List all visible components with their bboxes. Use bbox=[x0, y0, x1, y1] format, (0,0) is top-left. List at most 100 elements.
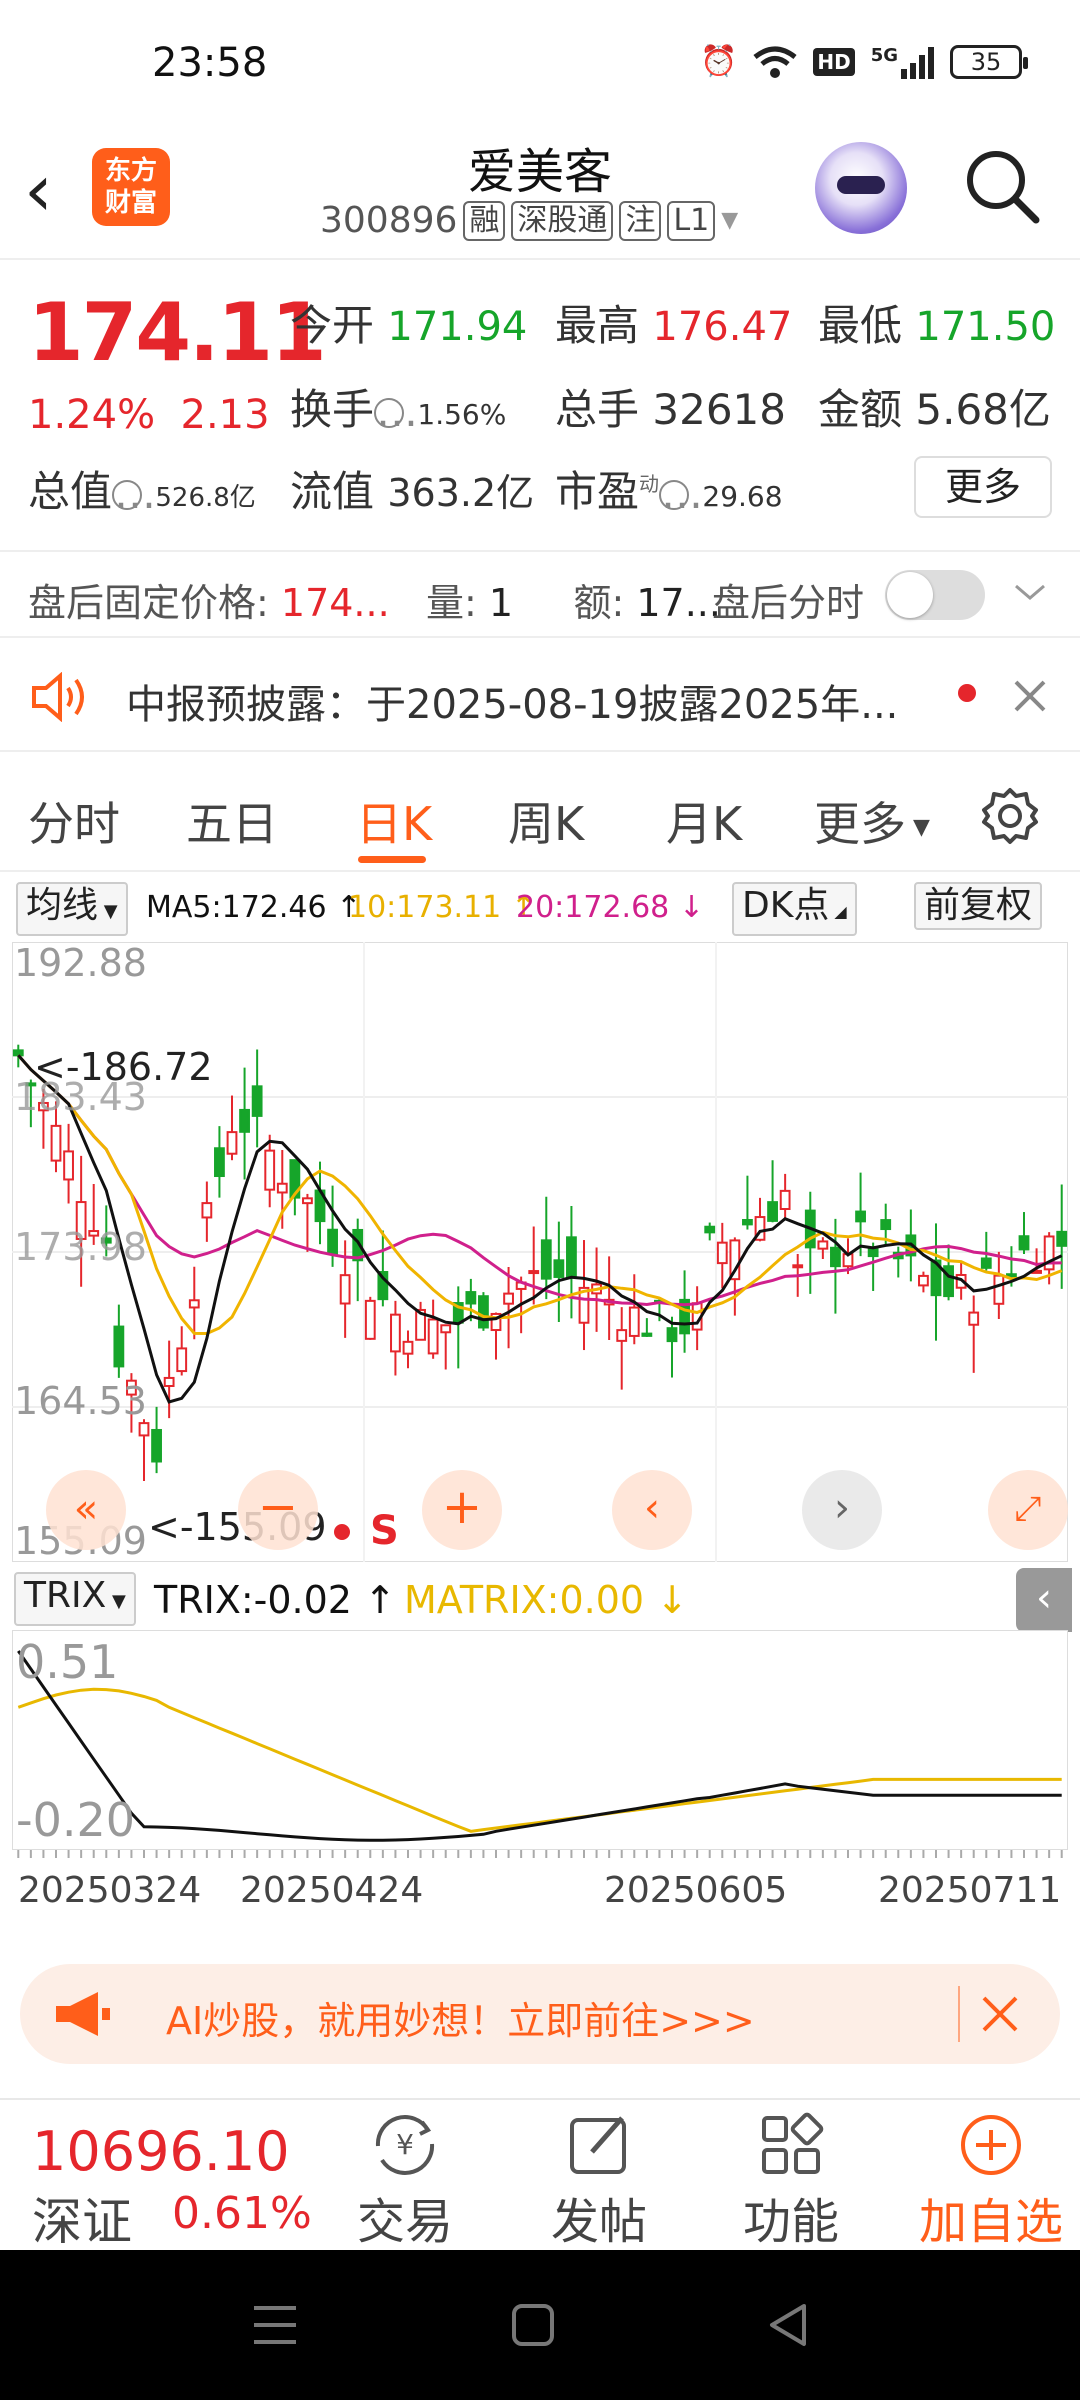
candle-body bbox=[880, 1219, 892, 1231]
tab-timeshare[interactable]: 分时 bbox=[28, 788, 120, 854]
tab-five-day[interactable]: 五日 bbox=[186, 788, 278, 854]
matrix-value: MATRIX:0.00 ↓ bbox=[404, 1578, 689, 1622]
trix-y-bottom: -0.20 bbox=[16, 1793, 135, 1847]
signal-icon: 5G bbox=[871, 45, 934, 79]
adjust-selector[interactable]: 前复权 bbox=[914, 882, 1043, 930]
date-ticks bbox=[17, 1850, 1063, 1858]
menu-icon[interactable] bbox=[250, 2302, 300, 2348]
index-value: 10696.10 bbox=[32, 2120, 290, 2183]
candle-body bbox=[427, 1318, 439, 1355]
tab-more[interactable]: 更多 ▼ bbox=[814, 788, 930, 854]
candle-body bbox=[478, 1295, 489, 1329]
after-hours-info: 盘后固定价格: 174... 量: 1 额: 17... bbox=[28, 581, 721, 625]
trade-icon: ¥ bbox=[375, 2115, 435, 2175]
candle-body bbox=[666, 1327, 678, 1343]
trix-legend: TRIX ▼ TRIX:-0.02 ↑ MATRIX:0.00 ↓ ‹ bbox=[0, 1564, 1080, 1632]
pe-ratio[interactable]: 市盈动… 29.68 bbox=[555, 458, 783, 519]
index-change: 0.61% bbox=[172, 2188, 312, 2239]
chevron-down-icon[interactable] bbox=[1012, 580, 1048, 604]
stock-name: 爱美客 bbox=[467, 144, 612, 200]
kline-chart[interactable]: 192.88 183.43 173.98 164.53 155.09 <-186… bbox=[11, 941, 1069, 1563]
stock-subtitle[interactable]: 300896 融 深股通 注 L1 ▼ bbox=[320, 200, 738, 241]
after-hours-toggle[interactable] bbox=[885, 570, 985, 620]
ai-promo-banner[interactable]: AI炒股，就用妙想！立即前往>>> bbox=[20, 1964, 1060, 2064]
candle-body bbox=[251, 1085, 263, 1117]
search-icon[interactable] bbox=[962, 146, 1042, 226]
gear-icon[interactable] bbox=[980, 786, 1040, 846]
candle-body bbox=[302, 1197, 313, 1205]
close-icon[interactable] bbox=[1012, 678, 1048, 714]
more-quote-button[interactable]: 更多 bbox=[914, 456, 1052, 518]
back-nav-icon[interactable] bbox=[766, 2302, 812, 2348]
open-price: 今开 171.94 bbox=[290, 301, 528, 350]
unread-dot bbox=[958, 684, 976, 702]
wifi-icon bbox=[753, 46, 797, 78]
status-icons: ⏰ HD 5G 35 bbox=[700, 44, 1028, 79]
tab-monthly-k[interactable]: 月K bbox=[666, 788, 742, 854]
candle-body bbox=[1056, 1230, 1068, 1247]
zoom-in-button[interactable]: + bbox=[422, 1470, 502, 1550]
collapse-panel-button[interactable]: ‹ bbox=[1016, 1568, 1072, 1632]
ai-assistant-avatar[interactable] bbox=[815, 142, 907, 234]
post-button[interactable]: 发帖 bbox=[524, 2100, 674, 2250]
candle-body bbox=[440, 1324, 452, 1334]
tab-weekly-k[interactable]: 周K bbox=[508, 788, 584, 854]
zoom-out-button[interactable]: − bbox=[238, 1470, 318, 1550]
index-ticker[interactable]: 10696.10 深证 0.61% bbox=[0, 2100, 320, 2251]
candle-body bbox=[716, 1241, 728, 1265]
fullscreen-button[interactable]: ⤢ bbox=[988, 1470, 1068, 1550]
plus-circle-icon bbox=[961, 2115, 1021, 2175]
trade-button[interactable]: ¥ 交易 bbox=[330, 2100, 480, 2250]
candle-body bbox=[239, 1108, 250, 1133]
tag-margin: 融 bbox=[463, 200, 506, 241]
tag-level: L1 bbox=[667, 200, 716, 241]
tab-daily-k[interactable]: 日K bbox=[356, 788, 432, 854]
hd-icon: HD bbox=[813, 47, 855, 76]
trix-svg: 0.51 -0.20 bbox=[11, 1629, 1069, 1851]
scroll-right-button[interactable]: › bbox=[802, 1470, 882, 1550]
candle-body bbox=[1006, 1273, 1017, 1278]
home-icon[interactable] bbox=[510, 2302, 556, 2348]
notice-bar[interactable]: 中报预披露：于2025-08-19披露2025年... bbox=[0, 640, 1080, 752]
kline-svg: 192.88 183.43 173.98 164.53 155.09 <-186… bbox=[11, 941, 1069, 1563]
candle-body bbox=[628, 1306, 640, 1337]
info-icon: … bbox=[112, 468, 157, 518]
megaphone-icon bbox=[56, 1992, 110, 2036]
candle-body bbox=[276, 1182, 288, 1194]
functions-button[interactable]: 功能 bbox=[716, 2100, 866, 2250]
candle-body bbox=[113, 1325, 125, 1368]
date-label-1: 20250324 bbox=[18, 1870, 202, 1911]
status-time: 23:58 bbox=[152, 40, 268, 86]
ma20-value: 20:172.68 ↓ bbox=[516, 890, 704, 925]
ma5-value: MA5:172.46 ↑ bbox=[146, 890, 362, 925]
market-cap[interactable]: 总值… 526.8亿 bbox=[28, 458, 256, 519]
candle-body bbox=[968, 1311, 980, 1326]
trix-y-top: 0.51 bbox=[16, 1635, 118, 1689]
date-label-3: 20250605 bbox=[604, 1870, 788, 1911]
index-name: 深证 bbox=[32, 2193, 132, 2251]
date-label-4: 20250711 bbox=[878, 1870, 1062, 1911]
candle-body bbox=[792, 1264, 804, 1269]
candle-body bbox=[226, 1131, 238, 1155]
scroll-start-button[interactable]: « bbox=[46, 1470, 126, 1550]
indicator-selector[interactable]: 均线 ▼ bbox=[16, 882, 128, 936]
grid-icon bbox=[762, 2112, 824, 2174]
float-cap: 流值 363.2亿 bbox=[290, 467, 535, 516]
tag-connect: 深股通 bbox=[511, 200, 614, 241]
close-icon[interactable] bbox=[980, 1994, 1020, 2034]
add-watchlist-button[interactable]: 加自选 bbox=[906, 2100, 1076, 2250]
dk-point-selector[interactable]: DK点 ◢ bbox=[732, 882, 857, 936]
candle-body bbox=[327, 1228, 338, 1255]
trix-chart[interactable]: 0.51 -0.20 bbox=[11, 1629, 1069, 1851]
stock-header: ‹ 东方 财富 爱美客 300896 融 深股通 注 L1 ▼ bbox=[0, 130, 1080, 260]
turnover-rate[interactable]: 换手… 1.56% bbox=[290, 376, 506, 437]
svg-text:¥: ¥ bbox=[396, 2128, 414, 2161]
scroll-left-button[interactable]: ‹ bbox=[612, 1470, 692, 1550]
trix-selector[interactable]: TRIX ▼ bbox=[14, 1572, 136, 1626]
ma-legend: 均线 ▼ MA5:172.46 ↑ 10:173.11 ↑ 20:172.68 … bbox=[0, 876, 1080, 936]
sell-signal: S bbox=[370, 1508, 399, 1554]
chart-period-tabs: 分时 五日 日K 周K 月K 更多 ▼ bbox=[0, 752, 1080, 872]
candle-body bbox=[817, 1240, 829, 1250]
candle-body bbox=[339, 1274, 351, 1305]
candle-body bbox=[503, 1292, 514, 1305]
